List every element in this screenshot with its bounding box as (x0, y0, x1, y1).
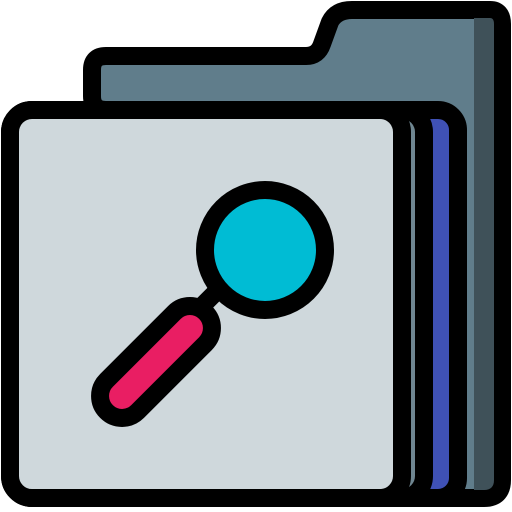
back-folder-shadow (474, 18, 494, 490)
magnifier-lens (196, 181, 334, 319)
icon-canvas (0, 0, 512, 512)
folder-search-icon (1, 1, 511, 507)
